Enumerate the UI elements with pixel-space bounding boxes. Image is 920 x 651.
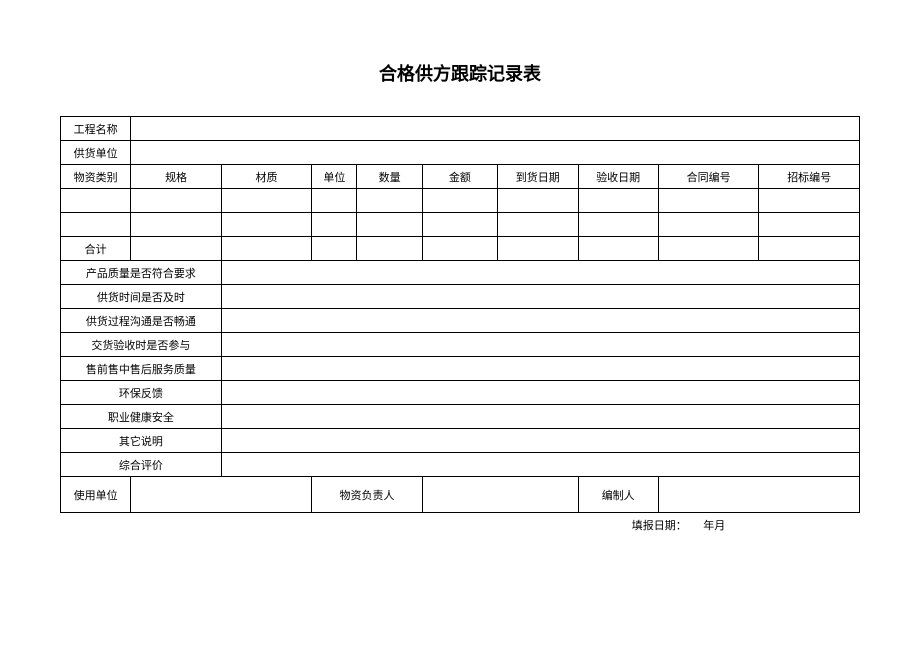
page-title: 合格供方跟踪记录表 bbox=[60, 60, 860, 86]
label-preparer: 编制人 bbox=[578, 477, 658, 513]
header-quantity: 数量 bbox=[357, 165, 422, 189]
document-page: 合格供方跟踪记录表 工程名称 供货单位 物资类别 规格 材质 单位 bbox=[0, 0, 920, 537]
label-total: 合计 bbox=[61, 237, 131, 261]
label-fill-date: 填报日期： bbox=[632, 520, 687, 532]
header-amount: 金额 bbox=[422, 165, 497, 189]
field-using-unit[interactable] bbox=[131, 477, 312, 513]
label-using-unit: 使用单位 bbox=[61, 477, 131, 513]
field-material-leader[interactable] bbox=[422, 477, 578, 513]
label-q8: 其它说明 bbox=[61, 429, 222, 453]
field-project-name[interactable] bbox=[131, 117, 860, 141]
field-supplier-unit[interactable] bbox=[131, 141, 860, 165]
label-supplier-unit: 供货单位 bbox=[61, 141, 131, 165]
label-q4: 交货验收时是否参与 bbox=[61, 333, 222, 357]
header-contract-no: 合同编号 bbox=[658, 165, 758, 189]
footer-fill-date: 填报日期： 年月 bbox=[498, 513, 860, 537]
header-spec: 规格 bbox=[131, 165, 221, 189]
label-q6: 环保反馈 bbox=[61, 381, 222, 405]
field-q3[interactable] bbox=[221, 309, 859, 333]
field-q5[interactable] bbox=[221, 357, 859, 381]
label-q9: 综合评价 bbox=[61, 453, 222, 477]
data-row[interactable] bbox=[61, 213, 860, 237]
label-q5: 售前售中售后服务质量 bbox=[61, 357, 222, 381]
label-q3: 供货过程沟通是否畅通 bbox=[61, 309, 222, 333]
label-q2: 供货时间是否及时 bbox=[61, 285, 222, 309]
field-q9[interactable] bbox=[221, 453, 859, 477]
field-q4[interactable] bbox=[221, 333, 859, 357]
label-project-name: 工程名称 bbox=[61, 117, 131, 141]
field-q6[interactable] bbox=[221, 381, 859, 405]
label-material-leader: 物资负责人 bbox=[312, 477, 423, 513]
label-q1: 产品质量是否符合要求 bbox=[61, 261, 222, 285]
header-material-category: 物资类别 bbox=[61, 165, 131, 189]
field-q1[interactable] bbox=[221, 261, 859, 285]
data-row[interactable] bbox=[61, 189, 860, 213]
header-material: 材质 bbox=[221, 165, 311, 189]
header-acceptance-date: 验收日期 bbox=[578, 165, 658, 189]
label-year-month: 年月 bbox=[703, 520, 725, 532]
field-q2[interactable] bbox=[221, 285, 859, 309]
header-arrival-date: 到货日期 bbox=[498, 165, 578, 189]
header-unit: 单位 bbox=[312, 165, 357, 189]
field-q7[interactable] bbox=[221, 405, 859, 429]
label-q7: 职业健康安全 bbox=[61, 405, 222, 429]
field-q8[interactable] bbox=[221, 429, 859, 453]
header-bid-no: 招标编号 bbox=[759, 165, 860, 189]
field-preparer[interactable] bbox=[658, 477, 859, 513]
form-table: 工程名称 供货单位 物资类别 规格 材质 单位 数量 金额 到货日期 验收日期 … bbox=[60, 116, 860, 537]
